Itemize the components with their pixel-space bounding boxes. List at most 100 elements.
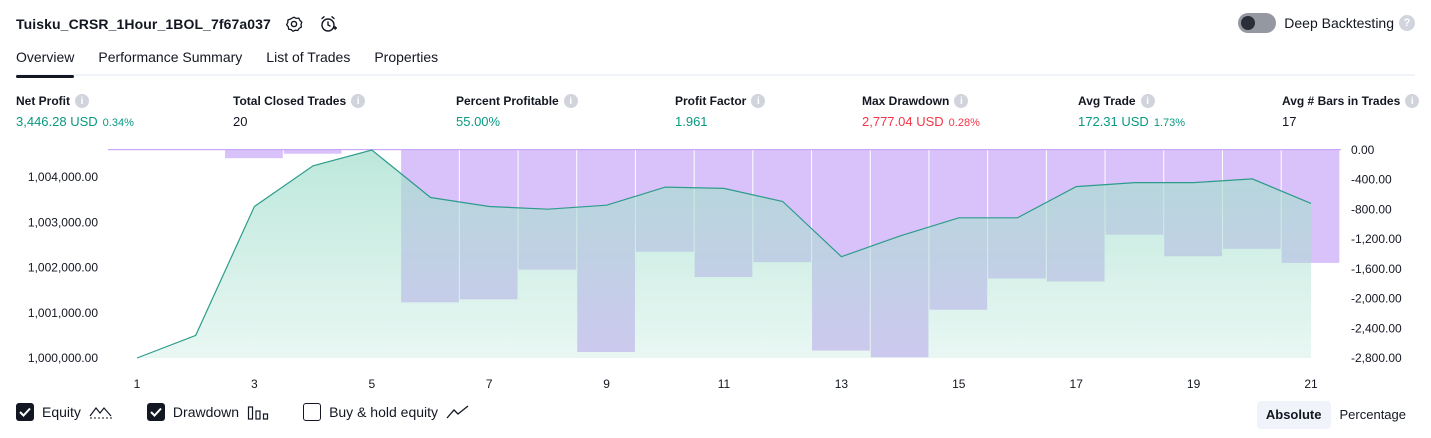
equity-point [312, 165, 314, 167]
tab-performance-summary[interactable]: Performance Summary [98, 46, 242, 76]
legend-equity-label: Equity [42, 404, 81, 420]
y-left-tick-label: 1,000,000.00 [28, 351, 98, 365]
y-right-tick-label: -1,600.00 [1351, 262, 1402, 276]
deep-backtesting-toggle[interactable] [1238, 13, 1277, 33]
deep-backtesting: Deep Backtesting ? [1238, 13, 1415, 33]
x-tick-label: 5 [368, 377, 375, 391]
equity-point [547, 208, 549, 210]
stat-value: 172.31 USD [1078, 114, 1149, 129]
stat-percent-profitable: Percent Profitable i 55.00% [456, 93, 578, 129]
x-tick-label: 13 [835, 377, 849, 391]
tab-properties[interactable]: Properties [374, 46, 438, 76]
equity-line-icon [89, 404, 113, 420]
equity-point [371, 149, 373, 151]
legend-drawdown-toggle[interactable]: Drawdown [146, 403, 269, 421]
bar-chart-icon [247, 404, 269, 420]
x-tick-label: 19 [1187, 377, 1201, 391]
x-tick-label: 3 [251, 377, 258, 391]
y-right-tick-label: -1,200.00 [1351, 232, 1402, 246]
stat-percent: 0.34% [102, 117, 134, 129]
stat-value: 1.961 [675, 114, 708, 129]
info-icon[interactable]: i [751, 94, 766, 108]
y-right-tick-label: -800.00 [1351, 202, 1392, 216]
stat-avg-bars-in-trades: Avg # Bars in Trades i 17 [1282, 93, 1420, 129]
equity-point [253, 205, 255, 207]
deep-backtesting-label: Deep Backtesting [1284, 15, 1394, 31]
equity-point [1016, 217, 1018, 219]
equity-point [899, 235, 901, 237]
equity-point [605, 204, 607, 206]
checkbox-checked[interactable] [146, 403, 165, 421]
y-left-tick-label: 1,003,000.00 [28, 215, 98, 229]
checkbox-checked[interactable] [16, 403, 34, 421]
equity-point [782, 200, 784, 202]
x-tick-label: 7 [486, 377, 493, 391]
line-chart-icon [446, 404, 470, 420]
y-axis-left: 1,000,000.00 1,001,000.00 1,002,000.00 1,00… [28, 170, 98, 365]
equity-point [195, 334, 197, 336]
legend-buy-hold-toggle[interactable]: Buy & hold equity [303, 403, 470, 421]
toggle-knob [1241, 16, 1256, 30]
equity-point [429, 196, 431, 198]
x-tick-label: 15 [952, 377, 966, 391]
x-axis: 1 3 5 7 9 11 13 15 17 19 21 [134, 377, 1318, 391]
info-icon[interactable]: i [563, 94, 578, 108]
x-tick-label: 9 [603, 377, 610, 391]
stat-label: Max Drawdown [862, 94, 950, 108]
alarm-clock-plus-icon[interactable] [317, 13, 339, 35]
tab-list-of-trades[interactable]: List of Trades [266, 46, 350, 76]
stat-total-closed-trades: Total Closed Trades i 20 [233, 93, 366, 129]
stat-label: Total Closed Trades [233, 94, 347, 108]
stat-net-profit: Net Profit i 3,446.28 USD 0.34% [16, 93, 134, 129]
info-icon[interactable]: i [954, 94, 969, 108]
stat-label: Percent Profitable [456, 94, 559, 108]
info-icon[interactable]: i [75, 94, 89, 108]
percentage-button[interactable]: Percentage [1331, 401, 1416, 429]
equity-drawdown-chart: 1,000,000.00 1,001,000.00 1,002,000.00 1,00… [28, 143, 1402, 391]
info-icon[interactable]: i [351, 94, 366, 108]
equity-point [1310, 202, 1312, 204]
equity-point [488, 205, 490, 207]
info-icon[interactable]: i [1405, 94, 1420, 108]
chart-legend: Equity Drawdown Buy & hold equity [16, 403, 504, 421]
equity-point [840, 256, 842, 258]
legend-drawdown-label: Drawdown [172, 404, 240, 420]
stat-percent: 0.28% [948, 117, 980, 129]
equity-point [723, 187, 725, 189]
equity-point [1192, 181, 1194, 183]
strategy-title: Tuisku_CRSR_1Hour_1BOL_7f67a037 [16, 16, 271, 32]
equity-point [136, 357, 138, 359]
stat-label: Profit Factor [675, 94, 747, 108]
value-mode-switch: Absolute Percentage [1256, 401, 1416, 429]
y-right-tick-label: 0.00 [1351, 143, 1375, 157]
y-right-tick-label: -2,400.00 [1351, 321, 1402, 335]
tab-bar: Overview Performance Summary List of Tra… [16, 46, 1415, 78]
x-tick-label: 1 [134, 377, 141, 391]
gear-icon[interactable] [283, 13, 305, 35]
stat-avg-trade: Avg Trade i 172.31 USD 1.73% [1078, 93, 1185, 129]
stat-value: 55.00% [456, 114, 501, 129]
y-left-tick-label: 1,001,000.00 [28, 306, 98, 320]
absolute-button[interactable]: Absolute [1256, 401, 1331, 429]
stat-label: Avg Trade [1078, 94, 1136, 108]
drawdown-bar [283, 150, 342, 154]
x-tick-label: 11 [718, 377, 731, 391]
stat-label: Avg # Bars in Trades [1282, 94, 1401, 108]
y-right-tick-label: -400.00 [1351, 173, 1392, 187]
equity-point [1134, 181, 1136, 183]
equity-point [958, 217, 960, 219]
stat-label: Net Profit [16, 94, 70, 108]
y-right-tick-label: -2,800.00 [1351, 351, 1402, 365]
stat-value: 20 [233, 114, 248, 129]
checkbox-unchecked[interactable] [303, 403, 322, 421]
legend-equity-toggle[interactable]: Equity [16, 403, 113, 421]
stat-profit-factor: Profit Factor i 1.961 [675, 93, 766, 129]
y-left-tick-label: 1,004,000.00 [28, 170, 98, 184]
info-icon[interactable]: i [1140, 94, 1155, 108]
y-left-tick-label: 1,002,000.00 [28, 261, 98, 275]
tab-overview[interactable]: Overview [16, 46, 75, 78]
help-icon[interactable]: ? [1399, 15, 1415, 31]
equity-point [1075, 185, 1077, 187]
stat-value: 17 [1282, 114, 1297, 129]
strategy-header: Tuisku_CRSR_1Hour_1BOL_7f67a037 [16, 10, 339, 38]
